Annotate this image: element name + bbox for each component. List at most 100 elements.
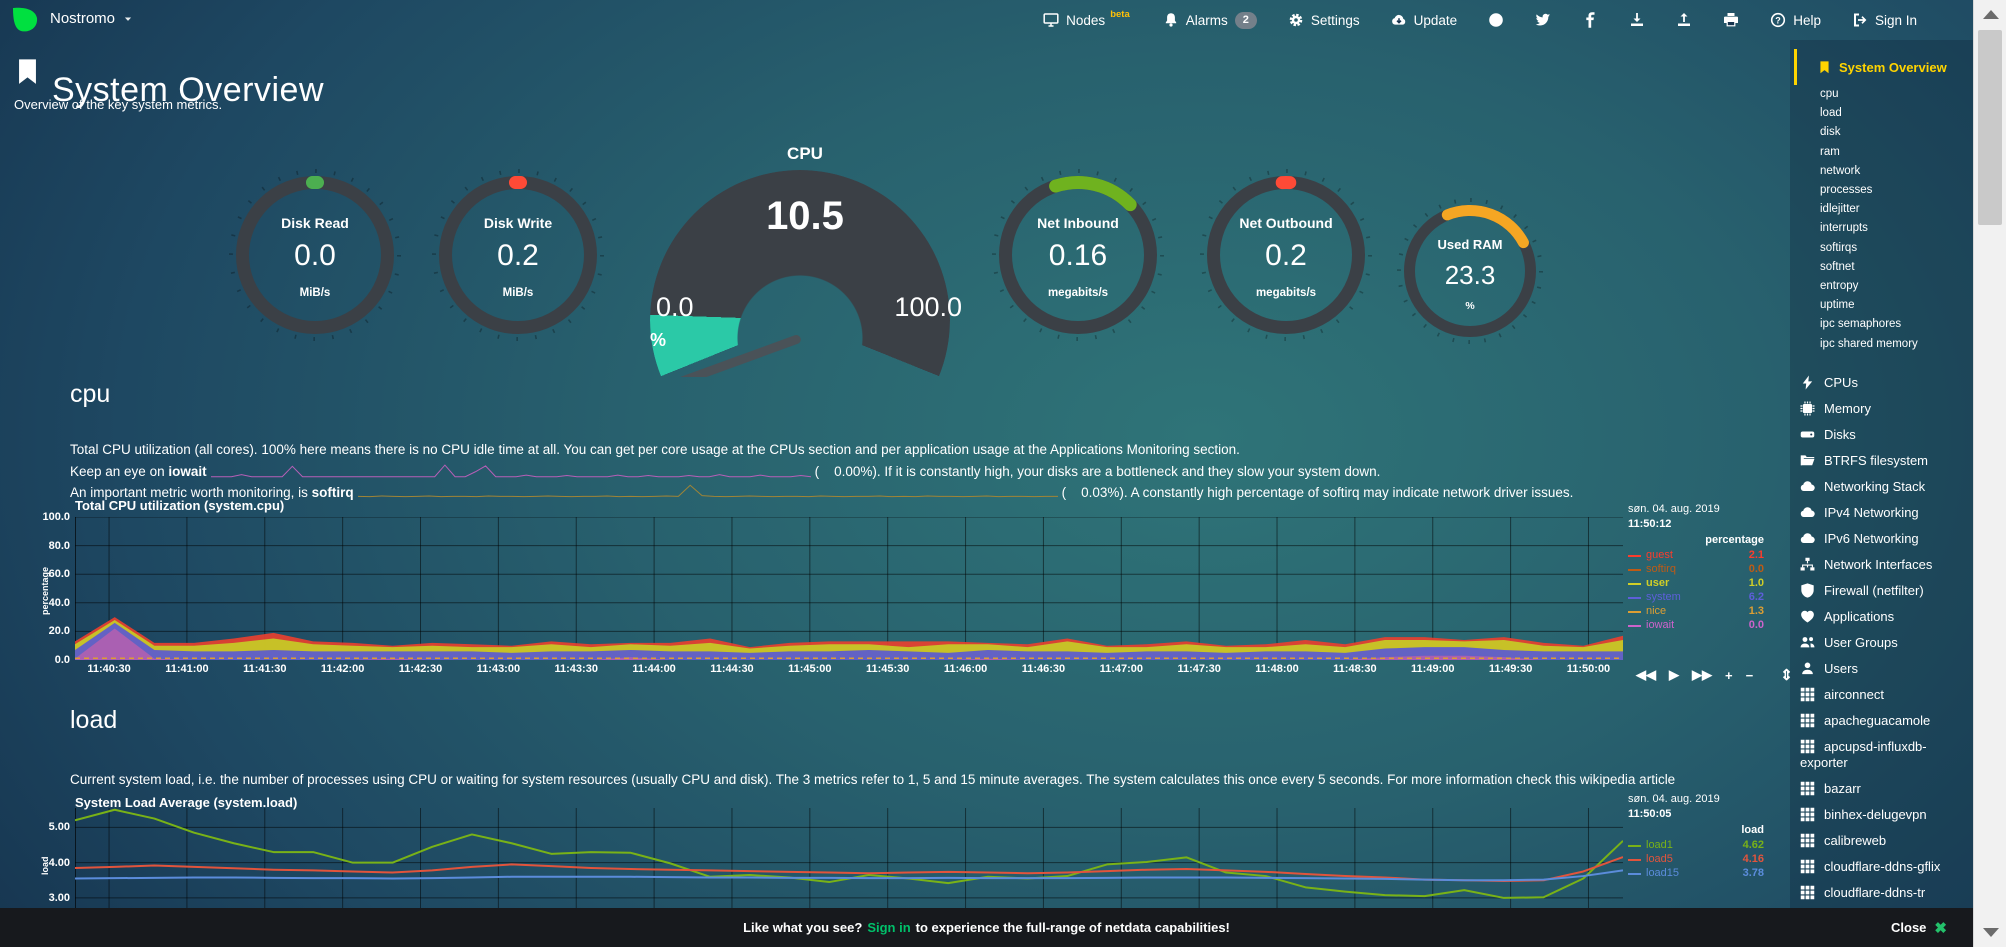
used-ram-gauge[interactable]: Used RAM 23.3 % [1395,196,1545,346]
sidebar-section[interactable]: User Groups [1798,630,1973,656]
pan-forward-button[interactable]: ▶▶ [1692,667,1712,683]
chevron-down-icon [123,14,133,24]
sidebar-subitem[interactable]: idlejitter [1798,200,1973,219]
github-link[interactable] [1488,12,1504,28]
legend-entry[interactable]: nice 1.3 [1628,605,1764,619]
legend-entry[interactable]: load5 4.16 [1628,853,1764,867]
sidebar-subitem[interactable]: ipc shared memory [1798,335,1973,354]
scroll-down-arrow[interactable] [1983,928,1999,937]
sidebar-subitem[interactable]: entropy [1798,277,1973,296]
sidebar-section[interactable]: Firewall (netfilter) [1798,578,1973,604]
twitter-link[interactable] [1535,12,1551,28]
update-button[interactable]: Update [1391,12,1458,28]
sidebar-subitem[interactable]: softirqs [1798,239,1973,258]
sidebar-section[interactable]: CPUs [1798,370,1973,396]
sidebar-subitem[interactable]: cpu [1798,85,1973,104]
gauge-value: 0.2 [430,239,606,273]
sidebar-section[interactable]: IPv6 Networking [1798,526,1973,552]
signin-button[interactable]: Sign In [1852,12,1917,28]
page-scrollbar[interactable] [1973,0,2006,947]
netdata-logo-icon [10,5,40,35]
top-navbar: Nostromo Nodes beta Alarms 2 Settings Up… [0,0,1973,40]
legend-color-dash [1628,873,1641,875]
import-snapshot-button[interactable] [1676,12,1692,28]
sidebar-item-system-overview[interactable]: System Overview [1798,56,1973,78]
gauge-unit: MiB/s [430,287,606,299]
cpu-chart-canvas[interactable] [75,517,1623,660]
legend-series-value: 4.62 [1743,838,1764,853]
sidebar-subitem[interactable]: softnet [1798,258,1973,277]
sidebar-section[interactable]: Users [1798,656,1973,682]
sidebar-section[interactable]: IPv4 Networking [1798,500,1973,526]
section-icon [1800,807,1815,822]
sidebar-subitem[interactable]: interrupts [1798,219,1973,238]
sidebar-section[interactable]: calibreweb [1798,828,1973,854]
sidebar-section[interactable]: airconnect [1798,682,1973,708]
page-subtitle: Overview of the key system metrics. [14,97,222,112]
legend-entry[interactable]: load1 4.62 [1628,839,1764,853]
gauge-value: 23.3 [1395,260,1545,291]
legend-entry[interactable]: system 6.2 [1628,591,1764,605]
cpu-section-heading[interactable]: cpu [70,380,110,409]
gauge-value: 0.2 [1198,239,1374,273]
pan-backward-button[interactable]: ◀◀ [1636,667,1656,683]
section-icon [1800,583,1815,598]
footer-close-button[interactable]: Close ✖ [1891,919,1947,937]
play-button[interactable]: ▶ [1669,667,1679,683]
print-button[interactable] [1723,12,1739,28]
facebook-icon [1582,12,1598,28]
facebook-link[interactable] [1582,12,1598,28]
sidebar-section[interactable]: Networking Stack [1798,474,1973,500]
legend-entry[interactable]: load15 3.78 [1628,867,1764,881]
zoom-out-button[interactable]: − [1746,668,1754,683]
zoom-in-button[interactable]: + [1725,668,1733,683]
footer-signin-link[interactable]: Sign in [867,920,910,935]
sidebar-subitem[interactable]: load [1798,104,1973,123]
sidebar-section[interactable]: cloudflare-ddns-gflix [1798,854,1973,880]
gauge-unit: % [650,330,666,351]
hostname-dropdown[interactable]: Nostromo [50,10,133,27]
legend-date: søn. 04. aug. 2019 [1628,502,1764,517]
scrollbar-thumb[interactable] [1978,30,2002,225]
sidebar-section[interactable]: bazarr [1798,776,1973,802]
twitter-icon [1535,12,1551,28]
legend-color-dash [1628,569,1641,571]
legend-entry[interactable]: iowait 0.0 [1628,619,1764,633]
nodes-button[interactable]: Nodes beta [1043,12,1132,28]
sidebar-subitem[interactable]: processes [1798,181,1973,200]
sidebar-section[interactable]: cloudflare-ddns-tr [1798,880,1973,906]
legend-time: 11:50:12 [1628,517,1764,532]
legend-entry[interactable]: softirq 0.0 [1628,563,1764,577]
sidebar-subitem[interactable]: ram [1798,143,1973,162]
sidebar-subitem[interactable]: uptime [1798,296,1973,315]
load-section-heading[interactable]: load [70,706,117,735]
legend-color-dash [1628,555,1641,557]
legend-entry[interactable]: guest 2.1 [1628,549,1764,563]
sidebar-subitem[interactable]: ipc semaphores [1798,315,1973,334]
sidebar-section[interactable]: Disks [1798,422,1973,448]
gauge-value: 0.16 [990,239,1166,273]
upload-icon [1676,12,1692,28]
section-icon [1800,453,1815,468]
alarms-button[interactable]: Alarms 2 [1163,12,1257,29]
bookmark-icon [14,55,41,89]
net-inbound-gauge[interactable]: Net Inbound 0.16 megabits/s [990,167,1166,343]
net-outbound-gauge[interactable]: Net Outbound 0.2 megabits/s [1198,167,1374,343]
settings-button[interactable]: Settings [1288,12,1360,28]
disk-write-gauge[interactable]: Disk Write 0.2 MiB/s [430,167,606,343]
disk-read-gauge[interactable]: Disk Read 0.0 MiB/s [227,167,403,343]
export-snapshot-button[interactable] [1629,12,1645,28]
sidebar-subitem[interactable]: network [1798,162,1973,181]
sidebar-subitem[interactable]: disk [1798,123,1973,142]
sidebar-section[interactable]: Network Interfaces [1798,552,1973,578]
sidebar-section[interactable]: Applications [1798,604,1973,630]
sidebar-section[interactable]: apcupsd-influxdb-exporter [1798,734,1973,776]
legend-entry[interactable]: user 1.0 [1628,577,1764,591]
sidebar-section[interactable]: Memory [1798,396,1973,422]
scroll-up-arrow[interactable] [1983,10,1999,19]
sidebar-section[interactable]: binhex-delugevpn [1798,802,1973,828]
sidebar-section[interactable]: BTRFS filesystem [1798,448,1973,474]
help-button[interactable]: Help [1770,12,1821,28]
sidebar-section[interactable]: apacheguacamole [1798,708,1973,734]
cpu-gauge[interactable]: CPU 10.5 0.0 100.0 % [640,142,970,377]
